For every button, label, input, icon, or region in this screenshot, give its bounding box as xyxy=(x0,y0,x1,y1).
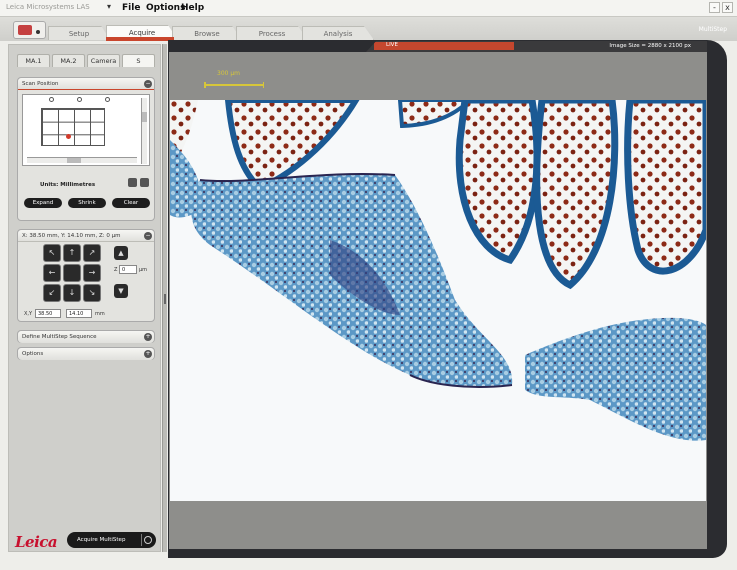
ruler-marker-icon xyxy=(105,97,110,102)
stage-position-title: X: 38.50 mm, Y: 14.10 mm, Z: 0 µm xyxy=(22,233,121,239)
subtab-ma2[interactable]: MA.2 xyxy=(52,54,85,67)
panel-splitter[interactable] xyxy=(162,44,167,552)
scale-bar xyxy=(204,80,264,88)
scroll-thumb[interactable] xyxy=(142,112,147,122)
live-label: LIVE xyxy=(386,42,398,48)
splitter-grip-icon[interactable] xyxy=(164,294,166,304)
microscope-image[interactable] xyxy=(170,100,706,501)
move-up-right-button[interactable]: ↗ xyxy=(83,244,101,262)
scroll-thumb[interactable] xyxy=(67,158,81,163)
scan-position-title: Scan Position xyxy=(22,81,59,87)
options-section[interactable]: Options + xyxy=(17,347,155,360)
zoom-fit-icon[interactable] xyxy=(128,178,137,187)
clear-button[interactable]: Clear xyxy=(112,198,150,208)
expand-icon[interactable]: + xyxy=(144,350,152,358)
x-position-field[interactable]: 38.50 xyxy=(35,309,61,318)
define-multistep-section[interactable]: Define MultiStep Sequence + xyxy=(17,330,155,343)
scan-position-map[interactable] xyxy=(22,94,150,166)
move-up-button[interactable]: ↑ xyxy=(63,244,81,262)
scan-position-header[interactable]: Scan Position − xyxy=(18,78,154,90)
z-down-button[interactable]: ▼ xyxy=(114,284,128,298)
dropdown-dot-icon xyxy=(36,30,40,34)
acquire-multistep-button[interactable]: Acquire MultiStep xyxy=(67,532,156,548)
stage-position-section: X: 38.50 mm, Y: 14.10 mm, Z: 0 µm − ↖ ↑ … xyxy=(17,229,155,322)
ruler-marker-icon xyxy=(77,97,82,102)
menu-bar: Leica Microsystems LAS ▾ File Options He… xyxy=(0,0,737,17)
tab-browse[interactable]: Browse xyxy=(172,26,242,40)
scan-grid[interactable] xyxy=(41,108,105,146)
move-down-right-button[interactable]: ↘ xyxy=(83,284,101,302)
microscope-icon xyxy=(18,25,32,35)
close-button[interactable]: x xyxy=(722,2,733,13)
z-unit-label: µm xyxy=(139,267,148,273)
define-multistep-header[interactable]: Define MultiStep Sequence + xyxy=(18,331,154,343)
tab-analysis[interactable]: Analysis xyxy=(302,26,374,40)
center-button[interactable] xyxy=(63,264,81,282)
scan-position-section: Scan Position − Units: Millimetres Expan… xyxy=(17,77,155,221)
move-right-button[interactable]: → xyxy=(83,264,101,282)
tab-process[interactable]: Process xyxy=(236,26,308,40)
z-position-field[interactable]: 0 xyxy=(119,265,137,274)
xy-unit-label: mm xyxy=(95,311,105,317)
xy-label: X,Y xyxy=(24,311,33,317)
live-header: LIVE Image Size = 2880 x 2100 px xyxy=(366,41,707,52)
left-panel: MA.1 MA.2 Camera S Scan Position − Units… xyxy=(8,44,161,552)
shrink-button[interactable]: Shrink xyxy=(68,198,106,208)
move-down-left-button[interactable]: ↙ xyxy=(43,284,61,302)
move-up-left-button[interactable]: ↖ xyxy=(43,244,61,262)
define-multistep-title: Define MultiStep Sequence xyxy=(22,334,97,340)
move-left-button[interactable]: ← xyxy=(43,264,61,282)
menu-file[interactable]: File xyxy=(122,3,140,13)
options-header[interactable]: Options + xyxy=(18,348,154,360)
image-size-label: Image Size = 2880 x 2100 px xyxy=(609,43,691,49)
tab-setup[interactable]: Setup xyxy=(48,26,110,40)
section-accent-line xyxy=(18,89,154,90)
move-down-button[interactable]: ↓ xyxy=(63,284,81,302)
z-up-button[interactable]: ▲ xyxy=(114,246,128,260)
expand-button[interactable]: Expand xyxy=(24,198,62,208)
menu-options[interactable]: Options xyxy=(146,3,185,13)
minimize-button[interactable]: - xyxy=(709,2,720,13)
app-menu-button[interactable] xyxy=(13,21,46,39)
subtab-s[interactable]: S xyxy=(122,54,155,67)
tissue-section-picture xyxy=(170,100,706,441)
options-title: Options xyxy=(22,351,44,357)
settings-icon[interactable] xyxy=(144,536,152,544)
units-label: Units: Millimetres xyxy=(40,182,96,188)
ruler-marker-icon xyxy=(49,97,54,102)
caret-down-icon[interactable]: ▾ xyxy=(107,2,111,11)
module-label: MultiStep xyxy=(698,26,727,33)
scale-bar-label: 300 µm xyxy=(217,70,241,77)
subtab-ma1[interactable]: MA.1 xyxy=(17,54,50,67)
horizontal-scrollbar[interactable] xyxy=(27,157,137,163)
button-separator xyxy=(141,534,142,546)
menu-help[interactable]: Help xyxy=(181,3,204,13)
active-tab-indicator xyxy=(106,37,174,41)
zoom-icon[interactable] xyxy=(140,178,149,187)
app-name-label: Leica Microsystems LAS xyxy=(6,3,90,11)
vertical-scrollbar[interactable] xyxy=(141,98,147,164)
acquire-multistep-label: Acquire MultiStep xyxy=(77,537,126,543)
collapse-icon[interactable]: − xyxy=(144,232,152,240)
leica-logo: Leica xyxy=(15,533,58,551)
xy-direction-pad: ↖ ↑ ↗ ← → ↙ ↓ ↘ xyxy=(43,244,103,304)
z-label: Z xyxy=(114,267,118,273)
stage-position-marker xyxy=(66,134,71,139)
y-position-field[interactable]: 14.10 xyxy=(66,309,92,318)
stage-position-header[interactable]: X: 38.50 mm, Y: 14.10 mm, Z: 0 µm − xyxy=(18,230,154,242)
subtab-camera[interactable]: Camera xyxy=(87,54,120,67)
expand-icon[interactable]: + xyxy=(144,333,152,341)
collapse-icon[interactable]: − xyxy=(144,80,152,88)
